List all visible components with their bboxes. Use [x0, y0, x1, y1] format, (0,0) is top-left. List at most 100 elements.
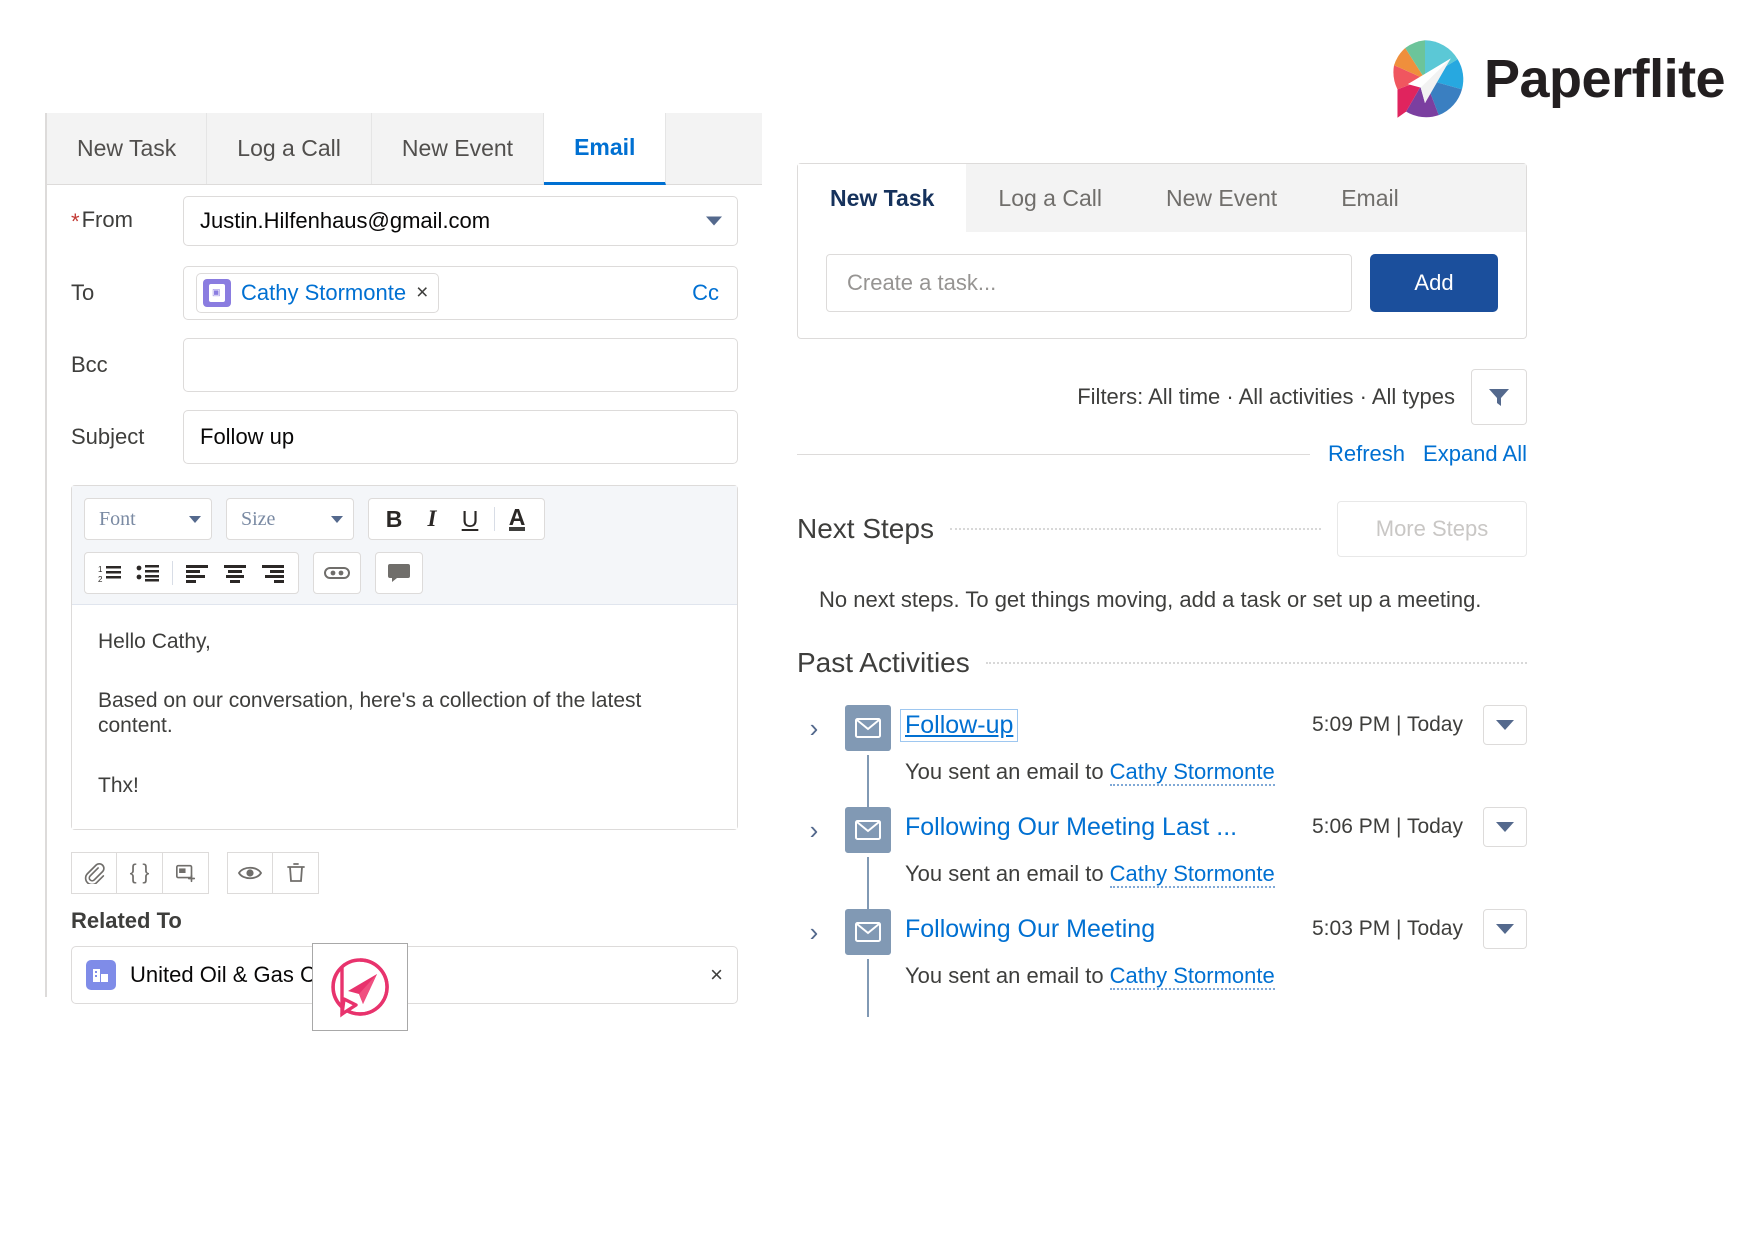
paperflite-mark-icon: [1382, 36, 1468, 122]
tab-log-a-call[interactable]: Log a Call: [207, 113, 372, 184]
bcc-input[interactable]: [183, 338, 738, 392]
activity-contact-link[interactable]: Cathy Stormonte: [1110, 759, 1275, 786]
italic-button[interactable]: I: [413, 501, 451, 537]
underline-button[interactable]: U: [451, 501, 489, 537]
activity-contact-link[interactable]: Cathy Stormonte: [1110, 963, 1275, 990]
next-steps-empty-text: No next steps. To get things moving, add…: [819, 587, 1527, 613]
tab-new-event[interactable]: New Event: [372, 113, 544, 184]
attach-file-icon[interactable]: [71, 852, 117, 894]
activity-title-link[interactable]: Following Our Meeting: [905, 915, 1155, 944]
recipient-name: Cathy Stormonte: [241, 280, 406, 306]
filters-summary: Filters: All time · All activities · All…: [1077, 384, 1455, 410]
chevron-down-icon: [189, 516, 201, 523]
subject-input[interactable]: Follow up: [183, 410, 738, 464]
clear-related-to-icon[interactable]: ×: [710, 962, 723, 988]
font-size-label: Size: [241, 508, 275, 531]
from-label: *From: [71, 207, 183, 234]
bulleted-list-button[interactable]: [129, 555, 167, 591]
activity-subtitle: You sent an email to Cathy Stormonte: [905, 963, 1527, 989]
font-size-select[interactable]: Size: [226, 498, 354, 540]
activity-list-item: › Follow-up 5:09 PM | Today You sent an …: [797, 705, 1527, 807]
font-family-select[interactable]: Font: [84, 498, 212, 540]
composer-tabbar: New Task Log a Call New Event Email: [47, 113, 762, 185]
activity-content: Following Our Meeting 5:03 PM | Today Yo…: [905, 909, 1527, 989]
next-steps-header: Next Steps More Steps: [797, 501, 1527, 557]
recipient-chip[interactable]: ▣ Cathy Stormonte ×: [196, 273, 439, 313]
activity-composer-card: New Task Log a Call New Event Email Crea…: [797, 163, 1527, 339]
filters-row: Filters: All time · All activities · All…: [797, 369, 1527, 425]
screenshot-root: Paperflite New Task Log a Call New Event…: [0, 0, 1747, 1240]
email-icon: [845, 807, 891, 853]
more-steps-button[interactable]: More Steps: [1337, 501, 1527, 557]
activity-list-item: › Following Our Meeting Last ... 5:06 PM…: [797, 807, 1527, 909]
past-activities-list: › Follow-up 5:09 PM | Today You sent an …: [797, 705, 1527, 995]
toolbar-divider: [494, 507, 495, 531]
expand-row-icon[interactable]: ›: [797, 705, 831, 751]
activity-contact-link[interactable]: Cathy Stormonte: [1110, 861, 1275, 888]
activity-tab-new-task[interactable]: New Task: [798, 164, 966, 232]
new-task-form: Create a task... Add: [798, 232, 1526, 338]
tab-new-task[interactable]: New Task: [47, 113, 207, 184]
remove-recipient-icon[interactable]: ×: [416, 281, 428, 305]
tab-email[interactable]: Email: [544, 113, 666, 185]
svg-text:1: 1: [98, 565, 103, 574]
cc-link[interactable]: Cc: [692, 280, 725, 306]
timeline-stem: [867, 755, 869, 813]
body-line-3: Thx!: [98, 773, 711, 798]
expand-row-icon[interactable]: ›: [797, 909, 831, 955]
add-task-button[interactable]: Add: [1370, 254, 1498, 312]
required-asterisk: *: [71, 209, 80, 234]
activity-tab-log-a-call[interactable]: Log a Call: [966, 164, 1134, 232]
text-format-group: B I U A: [368, 498, 545, 540]
from-label-text: From: [82, 207, 133, 232]
toolbar-divider: [172, 561, 173, 585]
bcc-label: Bcc: [71, 352, 183, 378]
insert-link-button[interactable]: [313, 552, 361, 594]
activity-content: Follow-up 5:09 PM | Today You sent an em…: [905, 705, 1527, 785]
bold-button[interactable]: B: [375, 501, 413, 537]
activity-tab-email[interactable]: Email: [1309, 164, 1431, 232]
svg-text:2: 2: [98, 575, 103, 583]
activity-title-link[interactable]: Following Our Meeting Last ...: [905, 813, 1237, 842]
subject-row: Subject Follow up: [47, 401, 762, 473]
filter-icon[interactable]: [1471, 369, 1527, 425]
to-row: To ▣ Cathy Stormonte × Cc: [47, 257, 762, 329]
row-actions-menu-icon[interactable]: [1483, 705, 1527, 745]
activity-subtitle: You sent an email to Cathy Stormonte: [905, 861, 1527, 887]
activity-icon-column: [831, 807, 905, 853]
insert-comment-button[interactable]: [375, 552, 423, 594]
editor-toolbar: Font Size B I U: [72, 486, 737, 605]
tabbar-filler: [666, 113, 762, 184]
subject-value: Follow up: [200, 424, 294, 450]
text-color-button[interactable]: A: [500, 501, 538, 537]
activity-title-link[interactable]: Follow-up: [900, 709, 1018, 742]
body-line-1: Hello Cathy,: [98, 629, 711, 654]
insert-template-icon[interactable]: [163, 852, 209, 894]
list-align-group: 12: [84, 552, 299, 594]
row-actions-menu-icon[interactable]: [1483, 807, 1527, 847]
expand-all-link[interactable]: Expand All: [1423, 441, 1527, 467]
activity-panel: New Task Log a Call New Event Email Crea…: [797, 163, 1527, 995]
activity-tab-new-event[interactable]: New Event: [1134, 164, 1309, 232]
ordered-list-button[interactable]: 12: [91, 555, 129, 591]
next-steps-title: Next Steps: [797, 513, 934, 545]
merge-fields-icon[interactable]: { }: [117, 852, 163, 894]
activity-tabbar: New Task Log a Call New Event Email: [798, 164, 1526, 232]
divider: [986, 662, 1527, 664]
expand-row-icon[interactable]: ›: [797, 807, 831, 853]
refresh-link[interactable]: Refresh: [1328, 441, 1405, 467]
paperflite-wordmark: Paperflite: [1484, 48, 1725, 110]
align-right-button[interactable]: [254, 555, 292, 591]
create-task-input[interactable]: Create a task...: [826, 254, 1352, 312]
account-icon: [86, 960, 116, 990]
align-center-button[interactable]: [216, 555, 254, 591]
preview-icon[interactable]: [227, 852, 273, 894]
email-body-editor[interactable]: Hello Cathy, Based on our conversation, …: [72, 605, 737, 829]
to-field[interactable]: ▣ Cathy Stormonte × Cc: [183, 266, 738, 320]
from-select[interactable]: Justin.Hilfenhaus@gmail.com: [183, 196, 738, 246]
row-actions-menu-icon[interactable]: [1483, 909, 1527, 949]
align-left-button[interactable]: [178, 555, 216, 591]
delete-draft-icon[interactable]: [273, 852, 319, 894]
paperflite-send-badge[interactable]: [312, 943, 408, 1031]
activity-subtitle-prefix: You sent an email to: [905, 963, 1110, 988]
